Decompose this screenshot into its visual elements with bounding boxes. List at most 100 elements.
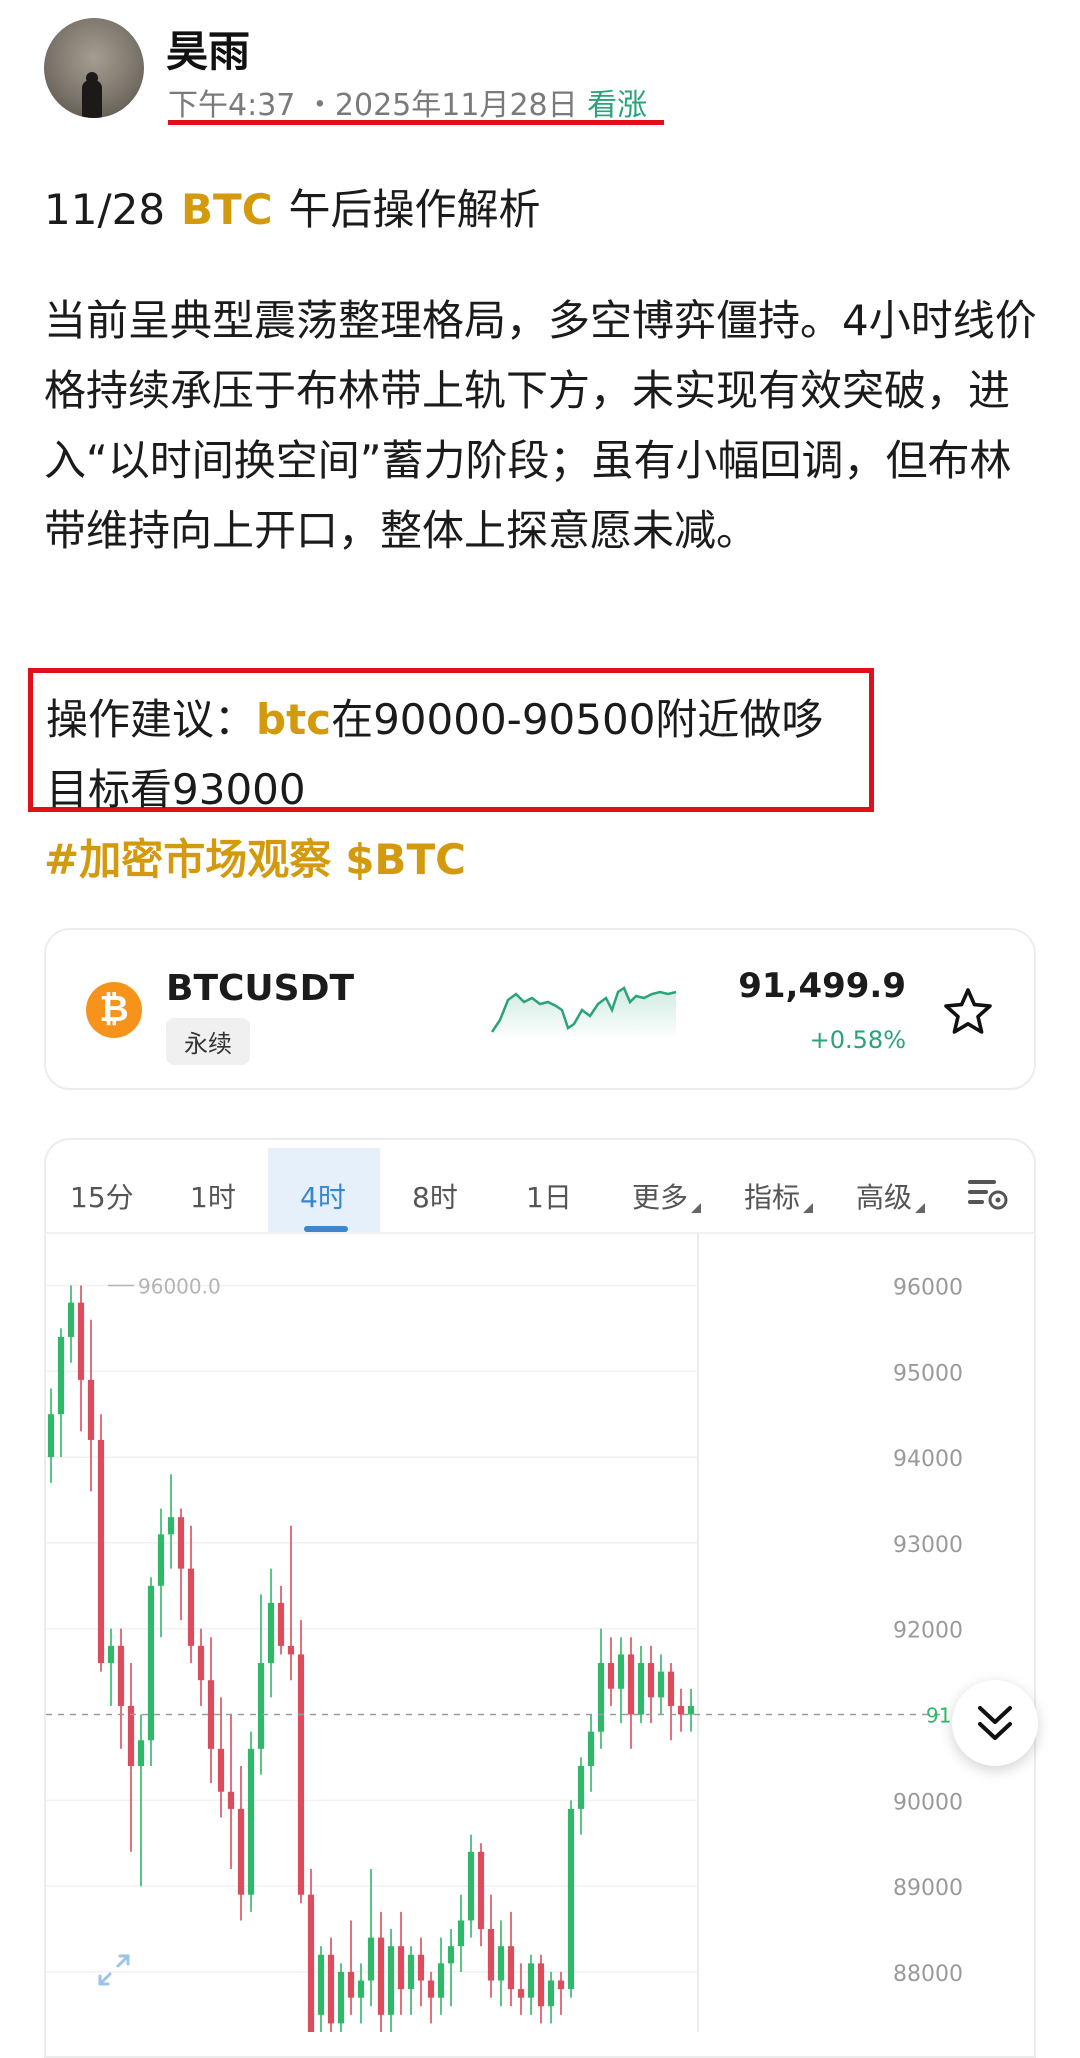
y-tick-label: 92000 <box>893 1619 963 1644</box>
y-tick-label: 93000 <box>893 1533 963 1558</box>
candle-body <box>167 1517 175 1535</box>
tab-more[interactable]: 更多 <box>632 1176 702 1216</box>
candle-body <box>177 1517 185 1569</box>
candle-body <box>567 1808 575 1990</box>
candle-body <box>507 1946 515 1990</box>
author-name[interactable]: 昊雨 <box>166 18 250 79</box>
scroll-down-button[interactable] <box>952 1680 1038 1766</box>
candle-body <box>417 1954 425 1981</box>
high-marker-label: 96000.0 <box>138 1274 221 1298</box>
hashtag-link[interactable]: #加密市场观察 <box>44 835 331 884</box>
candle-body <box>357 1980 365 1998</box>
tab-8h[interactable]: 8时 <box>412 1176 458 1216</box>
hashtag-row: #加密市场观察 $BTC <box>44 826 480 887</box>
candlestick-chart[interactable]: 96000 95000 94000 93000 92000 90000 89000 88000… <box>46 1234 1034 2032</box>
title-coin-link[interactable]: BTC <box>181 185 273 234</box>
chart-settings-icon[interactable] <box>966 1174 1010 1214</box>
candle-body <box>537 1963 545 2007</box>
candle-body <box>637 1663 645 1715</box>
tab-1h[interactable]: 1时 <box>190 1176 236 1216</box>
candle-body <box>97 1439 105 1664</box>
candle-body <box>577 1766 585 1809</box>
candle-body <box>247 1748 255 1895</box>
contract-type-badge: 永续 <box>166 1018 250 1065</box>
advice-prefix: 操作建议： <box>46 695 257 744</box>
ticker-price: 91,499.9 <box>738 966 906 1006</box>
post-date: ・2025年11月28日 <box>304 88 578 123</box>
candle-body <box>347 1971 355 1998</box>
candle-body <box>517 1989 525 1998</box>
tab-more-label: 更多 <box>632 1181 689 1214</box>
post-time: 下午4:37 <box>168 88 296 123</box>
candle-body <box>457 1920 465 1947</box>
advice-text: 在90000-90500附近做哆 <box>331 695 824 744</box>
highlight-underline <box>168 120 664 125</box>
candle-body <box>307 1894 315 2032</box>
candle-body <box>597 1663 605 1732</box>
candle-body <box>217 1748 225 1792</box>
y-tick-label: 96000 <box>893 1275 963 1300</box>
post-body: 当前呈典型震荡整理格局，多空博弈僵持。4小时线价格持续承压于布林带上轨下方，未实… <box>44 296 1037 555</box>
star-outline-icon[interactable] <box>942 986 994 1038</box>
candle-body <box>667 1671 675 1706</box>
candle-body <box>337 1971 345 2024</box>
tab-advanced[interactable]: 高级 <box>856 1176 926 1216</box>
bitcoin-logo-icon: ₿ <box>86 982 142 1038</box>
candle-body <box>187 1568 195 1646</box>
candle-body <box>487 1929 495 1981</box>
candle-body <box>587 1731 595 1766</box>
expand-arrows-icon[interactable] <box>94 1950 134 1990</box>
candle-body <box>327 1954 335 2024</box>
title-text: 午后操作解析 <box>288 185 541 234</box>
sentiment-tag: 看涨 <box>587 88 648 123</box>
tab-indicators-label: 指标 <box>744 1181 801 1214</box>
ticker-symbol: BTCUSDT <box>166 968 355 1009</box>
tab-4h[interactable]: 4时 <box>300 1176 346 1216</box>
advice-target: 目标看93000 <box>46 765 306 814</box>
candle-body <box>647 1663 655 1698</box>
ticker-change: +0.58% <box>809 1026 906 1054</box>
candle-body <box>677 1705 685 1715</box>
candle-body <box>397 1946 405 1990</box>
candle-body <box>317 1954 325 2015</box>
advice-coin-link[interactable]: btc <box>256 695 331 744</box>
candle-body <box>227 1791 235 1809</box>
cashtag-link[interactable]: $BTC <box>345 835 466 884</box>
candle-body <box>117 1645 125 1706</box>
caret-icon <box>915 1203 926 1213</box>
post-title: 11/28 BTC 午后操作解析 <box>44 176 541 237</box>
candle-body <box>267 1602 275 1664</box>
candle-body <box>287 1645 295 1655</box>
candle-body <box>297 1654 305 1895</box>
candle-body <box>377 1937 385 2015</box>
candle-body <box>407 1954 415 1990</box>
candle-body <box>147 1585 155 1741</box>
candle-body <box>107 1645 115 1664</box>
y-tick-label: 90000 <box>893 1790 963 1815</box>
advice-line: 操作建议：btc在90000-90500附近做哆 <box>46 686 823 747</box>
candle-body <box>527 1963 535 1998</box>
title-date: 11/28 <box>44 185 166 234</box>
candle-body <box>367 1937 375 1981</box>
candle-body <box>607 1663 615 1689</box>
avatar[interactable] <box>44 18 144 118</box>
candle-body <box>77 1302 85 1380</box>
post-meta: 下午4:37 ・2025年11月28日 看涨 <box>168 80 647 124</box>
candle-body <box>137 1740 145 1766</box>
candle-body <box>447 1946 455 1964</box>
price-sparkline <box>490 986 677 1040</box>
candle-body <box>387 1946 395 2015</box>
y-tick-label: 88000 <box>893 1962 963 1987</box>
candle-body <box>617 1654 625 1689</box>
candle-body <box>67 1302 75 1337</box>
tab-15m[interactable]: 15分 <box>70 1176 134 1216</box>
tab-1d[interactable]: 1日 <box>526 1176 572 1216</box>
candle-body <box>87 1379 95 1440</box>
candle-body <box>657 1671 665 1698</box>
candle-body <box>207 1680 215 1749</box>
double-chevron-down-icon <box>978 1706 1012 1740</box>
candle-body <box>157 1534 165 1586</box>
tab-indicators[interactable]: 指标 <box>744 1176 814 1216</box>
candle-body <box>57 1336 65 1415</box>
candle-body <box>497 1946 505 1981</box>
